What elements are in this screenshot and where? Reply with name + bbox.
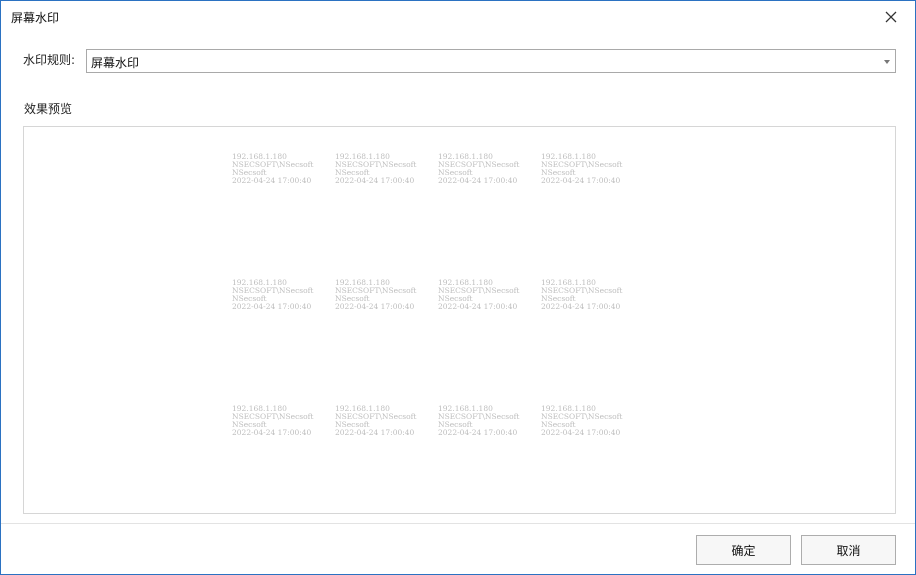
watermark-tile: 192.168.1.180 NSECSOFT\NSecsoft NSecsoft 20… <box>541 405 641 437</box>
watermark-tile: 192.168.1.180 NSECSOFT\NSecsoft NSecsoft 20… <box>438 279 538 311</box>
watermark-line: 2022-04-24 17:00:40 <box>335 428 415 437</box>
preview-area: 192.168.1.180 NSECSOFT\NSecsoft NSecsoft 20… <box>23 126 896 514</box>
watermark-tile: 192.168.1.180 NSECSOFT\NSecsoft NSecsoft 20… <box>335 405 435 437</box>
footer-divider <box>1 523 915 524</box>
watermark-line: 2022-04-24 17:00:40 <box>438 428 518 437</box>
window-title: 屏幕水印 <box>11 11 60 25</box>
watermark-dialog: 屏幕水印 水印规则: 屏幕水印 效果预览 192.168.1.180 NSECSO… <box>0 0 916 575</box>
watermark-line: 2022-04-24 17:00:40 <box>438 302 518 311</box>
close-icon <box>885 11 897 23</box>
close-button[interactable] <box>881 7 901 27</box>
cancel-button[interactable]: 取消 <box>801 535 896 565</box>
watermark-rule-value: 屏幕水印 <box>91 56 140 70</box>
watermark-tile: 192.168.1.180 NSECSOFT\NSecsoft NSecsoft 20… <box>438 153 538 185</box>
watermark-line: 2022-04-24 17:00:40 <box>541 176 621 185</box>
watermark-line: 2022-04-24 17:00:40 <box>232 302 312 311</box>
watermark-tile: 192.168.1.180 NSECSOFT\NSecsoft NSecsoft 20… <box>335 153 435 185</box>
watermark-line: 2022-04-24 17:00:40 <box>438 176 518 185</box>
watermark-line: 2022-04-24 17:00:40 <box>541 302 621 311</box>
watermark-tile: 192.168.1.180 NSECSOFT\NSecsoft NSecsoft 20… <box>541 279 641 311</box>
watermark-line: 2022-04-24 17:00:40 <box>232 176 312 185</box>
watermark-line: 2022-04-24 17:00:40 <box>541 428 621 437</box>
watermark-tile: 192.168.1.180 NSECSOFT\NSecsoft NSecsoft 20… <box>232 405 332 437</box>
watermark-tile: 192.168.1.180 NSECSOFT\NSecsoft NSecsoft 20… <box>438 405 538 437</box>
watermark-tile: 192.168.1.180 NSECSOFT\NSecsoft NSecsoft 20… <box>335 279 435 311</box>
watermark-line: 2022-04-24 17:00:40 <box>232 428 312 437</box>
watermark-tile: 192.168.1.180 NSECSOFT\NSecsoft NSecsoft 20… <box>541 153 641 185</box>
watermark-line: 2022-04-24 17:00:40 <box>335 302 415 311</box>
ok-button[interactable]: 确定 <box>696 535 791 565</box>
watermark-line: 2022-04-24 17:00:40 <box>335 176 415 185</box>
chevron-down-icon <box>884 60 890 64</box>
watermark-tile: 192.168.1.180 NSECSOFT\NSecsoft NSecsoft 20… <box>232 279 332 311</box>
watermark-tile: 192.168.1.180 NSECSOFT\NSecsoft NSecsoft 20… <box>232 153 332 185</box>
watermark-rule-select[interactable]: 屏幕水印 <box>86 49 896 73</box>
watermark-rule-label: 水印规则: <box>23 53 76 67</box>
title-bar: 屏幕水印 <box>1 1 915 33</box>
preview-label: 效果预览 <box>24 102 73 116</box>
